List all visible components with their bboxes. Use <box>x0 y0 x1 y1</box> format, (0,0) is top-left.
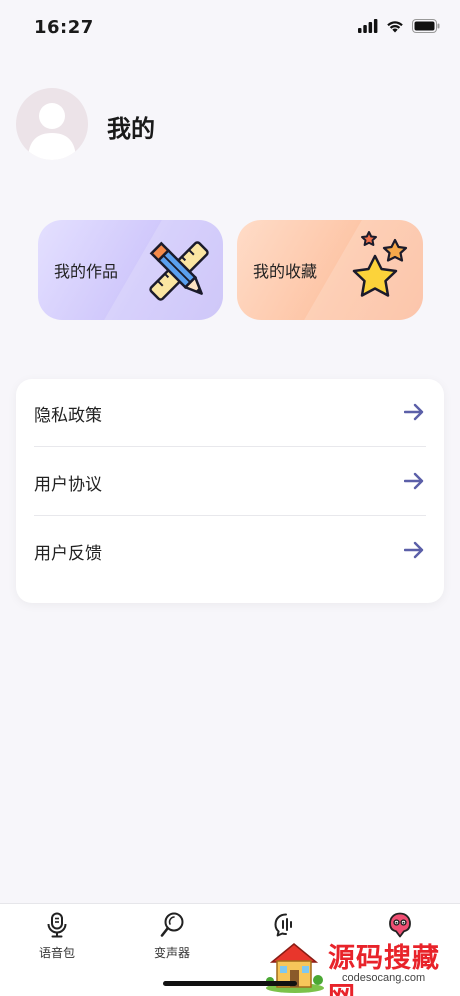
menu-item-user-feedback[interactable]: 用户反馈 <box>34 517 426 585</box>
status-bar: 16:27 <box>0 0 460 56</box>
battery-icon <box>412 19 440 33</box>
page-title: 我的 <box>107 115 155 143</box>
watermark-title: 源码搜藏网 <box>328 943 440 996</box>
tab-voice-changer[interactable]: 变声器 <box>132 912 212 961</box>
menu-item-label: 用户协议 <box>34 475 102 495</box>
home-indicator <box>163 981 297 986</box>
microphone-icon <box>47 912 67 938</box>
tab-label: 变声器 <box>153 946 190 960</box>
menu-item-label: 隐私政策 <box>34 406 102 426</box>
settings-menu: 隐私政策 用户协议 用户反馈 <box>16 379 444 603</box>
voice-changer-icon <box>160 912 184 937</box>
wifi-icon <box>387 21 403 33</box>
watermark: 源码搜藏网 codesocang.com <box>262 930 460 996</box>
signal-icon <box>358 19 378 33</box>
arrow-right-icon <box>404 541 424 559</box>
arrow-right-icon <box>404 403 424 421</box>
my-favorites-card[interactable]: 我的收藏 <box>237 220 423 320</box>
stars-icon <box>352 231 408 297</box>
status-time: 16:27 <box>34 17 94 38</box>
default-avatar-icon <box>28 103 76 160</box>
tab-voice-pack[interactable]: 语音包 <box>17 912 97 961</box>
status-icons <box>358 19 440 33</box>
my-works-label: 我的作品 <box>54 262 119 281</box>
avatar[interactable] <box>16 88 88 160</box>
my-works-card[interactable]: 我的作品 <box>38 220 223 320</box>
tab-label: 语音包 <box>38 946 75 960</box>
my-favorites-label: 我的收藏 <box>253 262 318 281</box>
menu-item-user-agreement[interactable]: 用户协议 <box>34 448 426 516</box>
watermark-subtitle: codesocang.com <box>342 972 426 984</box>
menu-item-privacy-policy[interactable]: 隐私政策 <box>34 379 426 447</box>
menu-item-label: 用户反馈 <box>34 544 102 564</box>
pencil-ruler-icon <box>149 241 209 301</box>
arrow-right-icon <box>404 472 424 490</box>
